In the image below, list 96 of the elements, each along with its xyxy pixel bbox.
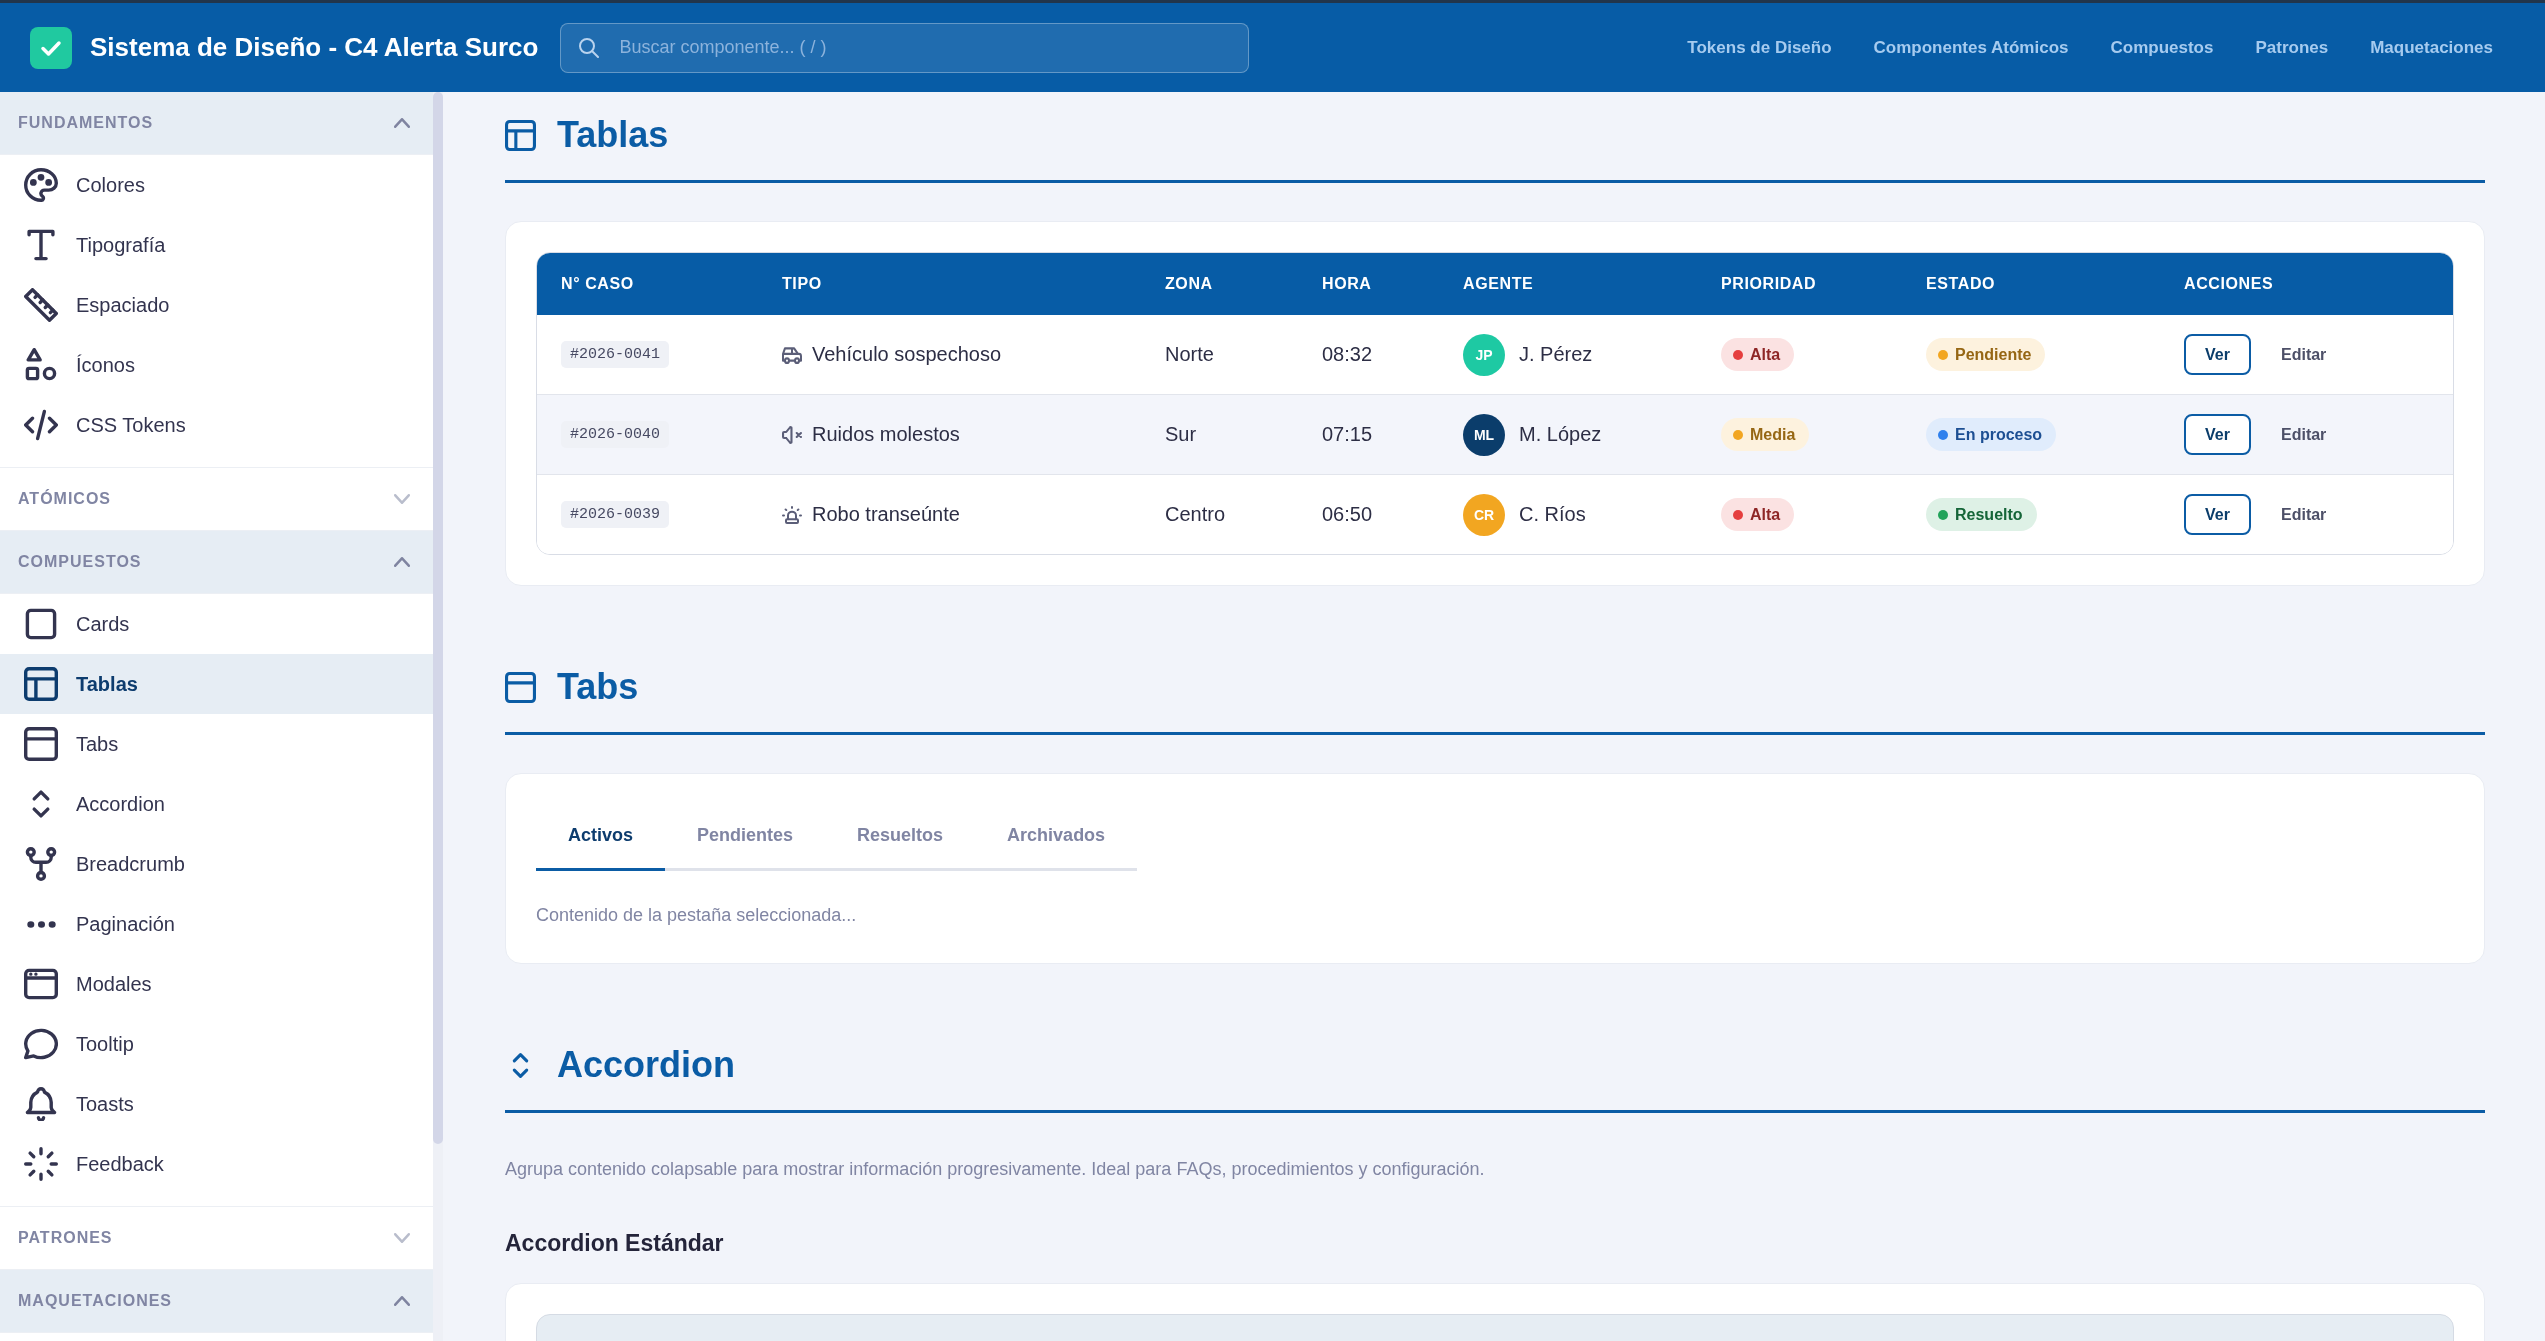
status-label: En proceso <box>1955 425 2043 444</box>
bell-icon <box>24 1087 58 1121</box>
sidebar-item[interactable]: Accordion <box>0 774 433 834</box>
app-title: Sistema de Diseño - C4 Alerta Surco <box>90 32 539 63</box>
tab[interactable]: Activos <box>536 804 666 871</box>
agent-name: J. Pérez <box>1519 343 1593 366</box>
tab[interactable]: Resueltos <box>825 804 976 871</box>
incident-type: Robo transeúnte <box>812 503 960 526</box>
section-title: Accordion <box>557 1043 735 1087</box>
table-cell: 08:32 <box>1322 343 1373 366</box>
sidebar-item[interactable]: Espaciado <box>0 275 433 335</box>
sidebar-item[interactable]: Tooltip <box>0 1014 433 1074</box>
table-icon <box>505 119 536 151</box>
sidebar-item[interactable]: CSS Tokens <box>0 395 433 455</box>
browser-window-icon <box>24 967 58 1001</box>
sidebar-item[interactable]: Cards <box>0 594 433 654</box>
priority-label: Alta <box>1750 345 1781 364</box>
chevron-icon <box>394 494 410 504</box>
edit-button[interactable]: Editar <box>2279 501 2329 528</box>
loader-icon <box>24 1147 58 1181</box>
table-cell: 06:50 <box>1322 503 1373 526</box>
nav-link[interactable]: Compuestos <box>2110 37 2214 58</box>
section-title: Tabs <box>557 665 639 709</box>
column-header: ACCIONES <box>2184 275 2274 293</box>
siren-icon <box>782 505 802 524</box>
section-title: Tablas <box>557 113 669 157</box>
sidebar-item[interactable]: Breadcrumb <box>0 834 433 894</box>
table-cell: Centro <box>1165 503 1226 526</box>
avatar: JP <box>1463 333 1505 376</box>
speech-bubble-icon <box>24 1027 58 1061</box>
case-code: #2026-0039 <box>561 501 669 528</box>
avatar: CR <box>1463 493 1505 536</box>
table-cell: 07:15 <box>1322 423 1373 446</box>
column-header: N° CASO <box>561 275 634 293</box>
chevron-icon <box>394 118 410 128</box>
sidebar-item[interactable]: Paginación <box>0 894 433 954</box>
agent-name: M. López <box>1519 423 1602 446</box>
avatar: ML <box>1463 413 1505 456</box>
priority-label: Alta <box>1750 505 1781 524</box>
panel-icon <box>505 671 536 703</box>
agent-name: C. Ríos <box>1519 503 1586 526</box>
code-icon <box>24 408 58 442</box>
column-header: TIPO <box>782 275 822 293</box>
dots-icon <box>26 920 56 928</box>
edit-button[interactable]: Editar <box>2279 341 2329 368</box>
table-cell: Sur <box>1165 423 1197 446</box>
column-header: PRIORIDAD <box>1721 275 1817 293</box>
sidebar-item[interactable]: Tablas <box>0 654 433 714</box>
tab[interactable]: Archivados <box>975 804 1138 871</box>
scrollbar[interactable] <box>433 92 443 1341</box>
speaker-mute-icon <box>782 425 802 444</box>
nav-link[interactable]: Tokens de Diseño <box>1687 37 1832 58</box>
tab-content: Contenido de la pestaña seleccionada... <box>536 904 858 927</box>
status-label: Pendiente <box>1955 345 2032 364</box>
view-button[interactable]: Ver <box>2184 494 2251 535</box>
sidebar-item[interactable]: Toasts <box>0 1074 433 1134</box>
search-icon <box>579 37 600 58</box>
view-button[interactable]: Ver <box>2184 334 2251 375</box>
square-icon <box>24 607 58 641</box>
sidebar-item[interactable]: Tipografía <box>0 215 433 275</box>
table-icon <box>24 667 58 701</box>
table-cell: Norte <box>1165 343 1214 366</box>
nav-link[interactable]: Maquetaciones <box>2370 37 2493 58</box>
status-label: Resuelto <box>1955 505 2023 524</box>
column-header: HORA <box>1322 275 1372 293</box>
case-code: #2026-0040 <box>561 421 669 448</box>
shapes-icon <box>24 348 58 382</box>
chevron-icon <box>394 1296 410 1306</box>
nav-link[interactable]: Componentes Atómicos <box>1873 37 2069 58</box>
subsection-title: Accordion Estándar <box>505 1229 725 1257</box>
view-button[interactable]: Ver <box>2184 414 2251 455</box>
column-header: ZONA <box>1165 275 1213 293</box>
chevron-icon <box>394 557 410 567</box>
sidebar-item[interactable]: Feedback <box>0 1134 433 1194</box>
sidebar-item[interactable]: Colores <box>0 155 433 215</box>
panel-icon <box>24 727 58 761</box>
ruler-icon <box>24 288 58 322</box>
edit-button[interactable]: Editar <box>2279 421 2329 448</box>
sidebar-item[interactable]: Tabs <box>0 714 433 774</box>
sidebar-item[interactable]: Íconos <box>0 335 433 395</box>
incident-type: Ruidos molestos <box>812 423 960 446</box>
branch-icon <box>24 847 58 881</box>
tab[interactable]: Pendientes <box>665 804 826 871</box>
checkmark-icon <box>30 26 72 69</box>
nav-link[interactable]: Patrones <box>2255 37 2329 58</box>
incident-type: Vehículo sospechoso <box>812 343 1002 366</box>
sidebar-item[interactable]: Modales <box>0 954 433 1014</box>
case-code: #2026-0041 <box>561 341 669 368</box>
column-header: ESTADO <box>1926 275 1996 293</box>
palette-icon <box>24 168 58 202</box>
section-description: Agrupa contenido colapsable para mostrar información progresivamente. Ideal para FAQs, procedimientos y configuración. <box>505 1158 1486 1181</box>
car-icon <box>782 345 802 364</box>
letter-t-icon <box>24 228 58 262</box>
column-header: AGENTE <box>1463 275 1534 293</box>
chevron-icon <box>394 1233 410 1243</box>
priority-label: Media <box>1750 425 1796 444</box>
